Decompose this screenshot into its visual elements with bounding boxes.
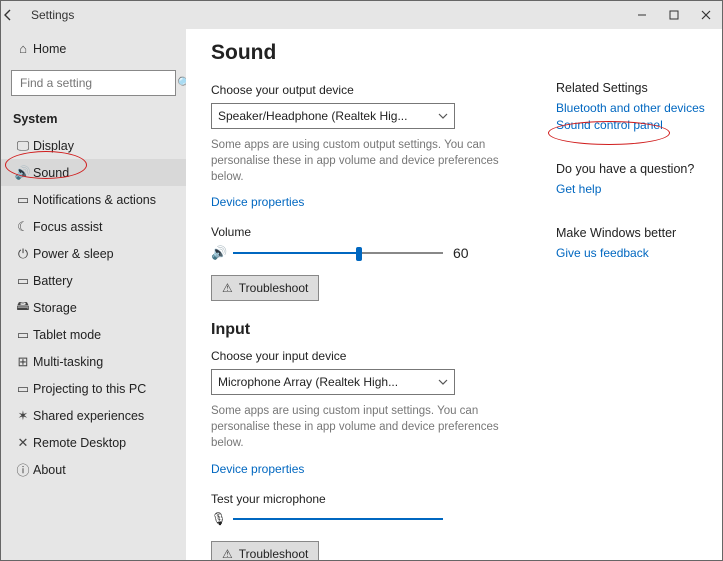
warning-icon: ⚠ bbox=[222, 281, 233, 295]
sidebar-item-multitasking[interactable]: ⊞ Multi-tasking bbox=[1, 348, 186, 375]
page-title: Sound bbox=[211, 41, 511, 65]
sidebar-item-label: Remote Desktop bbox=[33, 436, 126, 450]
chevron-down-icon bbox=[438, 111, 448, 121]
volume-label: Volume bbox=[211, 225, 511, 239]
sidebar-item-label: Display bbox=[33, 139, 74, 153]
output-troubleshoot-button[interactable]: ⚠ Troubleshoot bbox=[211, 275, 319, 301]
input-device-select[interactable]: Microphone Array (Realtek High... bbox=[211, 369, 455, 395]
output-device-value: Speaker/Headphone (Realtek Hig... bbox=[218, 109, 407, 123]
sidebar-item-label: Home bbox=[33, 42, 66, 56]
multitasking-icon: ⊞ bbox=[13, 354, 33, 370]
sidebar-item-label: Focus assist bbox=[33, 220, 102, 234]
output-device-properties-link[interactable]: Device properties bbox=[211, 195, 304, 209]
input-hint: Some apps are using custom input setting… bbox=[211, 403, 501, 451]
search-input[interactable] bbox=[18, 75, 177, 91]
sidebar-heading: System bbox=[1, 106, 186, 132]
button-label: Troubleshoot bbox=[239, 547, 309, 560]
content-column: Sound Choose your output device Speaker/… bbox=[211, 41, 511, 560]
tablet-icon: ▭ bbox=[13, 327, 33, 343]
sidebar-item-power[interactable]: ⏻ Power & sleep bbox=[1, 240, 186, 267]
notifications-icon: ▭ bbox=[13, 192, 33, 208]
shared-icon: ✶ bbox=[13, 408, 33, 424]
sidebar-item-label: Sound bbox=[33, 166, 69, 180]
question-heading: Do you have a question? bbox=[556, 162, 706, 176]
settings-window: Settings ⌂ Home 🔍 System bbox=[0, 0, 723, 561]
main-panel: Sound Choose your output device Speaker/… bbox=[186, 29, 722, 560]
chevron-down-icon bbox=[438, 377, 448, 387]
sidebar-item-display[interactable]: 🖵 Display bbox=[1, 132, 186, 159]
speaker-icon: 🔊 bbox=[211, 245, 229, 261]
mic-test-row: 🎙 bbox=[211, 512, 511, 527]
sidebar-item-label: Power & sleep bbox=[33, 247, 114, 261]
search-box[interactable]: 🔍 bbox=[11, 70, 176, 96]
sound-icon: 🔊 bbox=[13, 165, 33, 181]
home-icon: ⌂ bbox=[13, 41, 33, 56]
sidebar-item-remote-desktop[interactable]: ✕ Remote Desktop bbox=[1, 429, 186, 456]
sidebar-home[interactable]: ⌂ Home bbox=[1, 35, 186, 62]
projecting-icon: ▭ bbox=[13, 381, 33, 397]
sidebar-item-label: Projecting to this PC bbox=[33, 382, 146, 396]
sidebar-item-sound[interactable]: 🔊 Sound bbox=[1, 159, 186, 186]
get-help-link[interactable]: Get help bbox=[556, 182, 706, 196]
sidebar-item-projecting[interactable]: ▭ Projecting to this PC bbox=[1, 375, 186, 402]
output-hint: Some apps are using custom output settin… bbox=[211, 137, 501, 185]
volume-value: 60 bbox=[453, 245, 477, 261]
titlebar: Settings bbox=[1, 1, 722, 29]
remote-icon: ✕ bbox=[13, 435, 33, 451]
right-column: Related Settings Bluetooth and other dev… bbox=[556, 71, 706, 263]
battery-icon: ▭ bbox=[13, 273, 33, 289]
bluetooth-link[interactable]: Bluetooth and other devices bbox=[556, 101, 706, 115]
sidebar: ⌂ Home 🔍 System 🖵 Display 🔊 Sound ▭ Noti… bbox=[1, 29, 186, 560]
sidebar-item-label: Storage bbox=[33, 301, 77, 315]
maximize-button[interactable] bbox=[658, 1, 690, 29]
display-icon: 🖵 bbox=[13, 138, 33, 154]
sidebar-item-label: Battery bbox=[33, 274, 73, 288]
related-heading: Related Settings bbox=[556, 81, 706, 95]
input-troubleshoot-button[interactable]: ⚠ Troubleshoot bbox=[211, 541, 319, 560]
sidebar-item-battery[interactable]: ▭ Battery bbox=[1, 267, 186, 294]
sidebar-item-label: Tablet mode bbox=[33, 328, 101, 342]
sidebar-item-label: Multi-tasking bbox=[33, 355, 103, 369]
sidebar-item-label: Shared experiences bbox=[33, 409, 144, 423]
back-button[interactable] bbox=[1, 8, 31, 22]
output-choose-label: Choose your output device bbox=[211, 83, 511, 97]
volume-slider[interactable] bbox=[233, 245, 443, 261]
button-label: Troubleshoot bbox=[239, 281, 309, 295]
sidebar-item-label: Notifications & actions bbox=[33, 193, 156, 207]
focus-assist-icon: ☾ bbox=[13, 219, 33, 235]
mic-level-bar bbox=[233, 518, 443, 520]
input-device-value: Microphone Array (Realtek High... bbox=[218, 375, 398, 389]
window-buttons bbox=[626, 1, 722, 29]
microphone-icon: 🎙 bbox=[211, 512, 227, 527]
sidebar-item-label: About bbox=[33, 463, 66, 477]
about-icon: ⓘ bbox=[13, 460, 33, 479]
sidebar-item-tablet-mode[interactable]: ▭ Tablet mode bbox=[1, 321, 186, 348]
storage-icon: 🖴 bbox=[13, 297, 33, 319]
input-choose-label: Choose your input device bbox=[211, 349, 511, 363]
sound-control-panel-link[interactable]: Sound control panel bbox=[556, 118, 706, 132]
sidebar-item-about[interactable]: ⓘ About bbox=[1, 456, 186, 483]
output-device-select[interactable]: Speaker/Headphone (Realtek Hig... bbox=[211, 103, 455, 129]
input-heading: Input bbox=[211, 321, 511, 339]
sidebar-item-storage[interactable]: 🖴 Storage bbox=[1, 294, 186, 321]
power-icon: ⏻ bbox=[13, 246, 33, 262]
better-heading: Make Windows better bbox=[556, 226, 706, 240]
minimize-button[interactable] bbox=[626, 1, 658, 29]
sidebar-item-shared[interactable]: ✶ Shared experiences bbox=[1, 402, 186, 429]
sidebar-item-notifications[interactable]: ▭ Notifications & actions bbox=[1, 186, 186, 213]
sidebar-item-focus-assist[interactable]: ☾ Focus assist bbox=[1, 213, 186, 240]
input-device-properties-link[interactable]: Device properties bbox=[211, 462, 304, 476]
test-mic-label: Test your microphone bbox=[211, 492, 511, 506]
warning-icon: ⚠ bbox=[222, 547, 233, 560]
close-button[interactable] bbox=[690, 1, 722, 29]
feedback-link[interactable]: Give us feedback bbox=[556, 246, 706, 260]
volume-row: 🔊 60 bbox=[211, 245, 511, 261]
window-title: Settings bbox=[31, 8, 74, 22]
